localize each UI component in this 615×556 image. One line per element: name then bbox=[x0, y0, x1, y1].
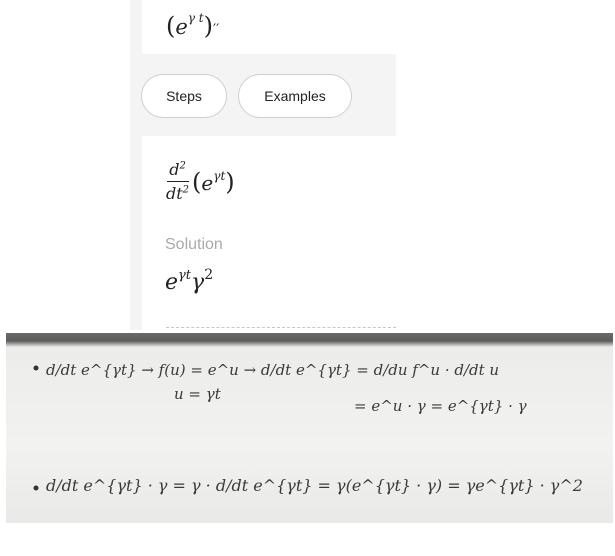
solution-base: e bbox=[165, 270, 179, 295]
fraction-line bbox=[166, 181, 189, 182]
divider bbox=[166, 327, 396, 328]
notes-line-1c: = e^u · γ = e^{γt} · γ bbox=[354, 397, 527, 415]
solution-exponent: γt bbox=[178, 268, 192, 283]
solution-gamma-exponent: 2 bbox=[204, 267, 214, 283]
notes-line-2: d/dt e^{γt} · γ = γ · d/dt e^{γt} = γ(e^… bbox=[46, 476, 583, 495]
steps-button[interactable]: Steps bbox=[141, 74, 227, 118]
problem-exponent: γt bbox=[213, 168, 226, 183]
problem-base: e bbox=[201, 170, 214, 195]
operator-denominator: dt bbox=[166, 184, 183, 203]
operator-numerator: d bbox=[169, 160, 180, 179]
bullet-2 bbox=[33, 485, 39, 491]
solution-gamma: γ bbox=[191, 270, 205, 295]
examples-button[interactable]: Examples bbox=[238, 74, 352, 118]
operator-denominator-exp: 2 bbox=[182, 184, 190, 196]
handwritten-notes-photo: d/dt e^{γt} → f(u) = e^u → d/dt e^{γt} =… bbox=[6, 333, 613, 523]
handwriting-svg: d/dt e^{γt} → f(u) = e^u → d/dt e^{γt} =… bbox=[33, 361, 583, 495]
operator-numerator-exp: 2 bbox=[179, 160, 186, 172]
input-prime: ′′ bbox=[213, 22, 220, 38]
derivative-operator: d2 dt2 bbox=[166, 160, 189, 203]
input-base: e bbox=[175, 15, 188, 39]
notes-line-1a: d/dt e^{γt} → f(u) = e^u → d/dt e^{γt} =… bbox=[46, 361, 499, 379]
input-expression: (eγ t)′′ bbox=[166, 11, 220, 40]
solution-expression: eγtγ2 bbox=[165, 267, 214, 295]
input-exponent: γ t bbox=[187, 11, 204, 25]
bullet-1 bbox=[33, 365, 39, 371]
solution-label: Solution bbox=[165, 236, 223, 253]
notes-line-1b: u = γt bbox=[174, 385, 222, 403]
problem-expression: d2 dt2 (eγt) bbox=[166, 160, 235, 203]
